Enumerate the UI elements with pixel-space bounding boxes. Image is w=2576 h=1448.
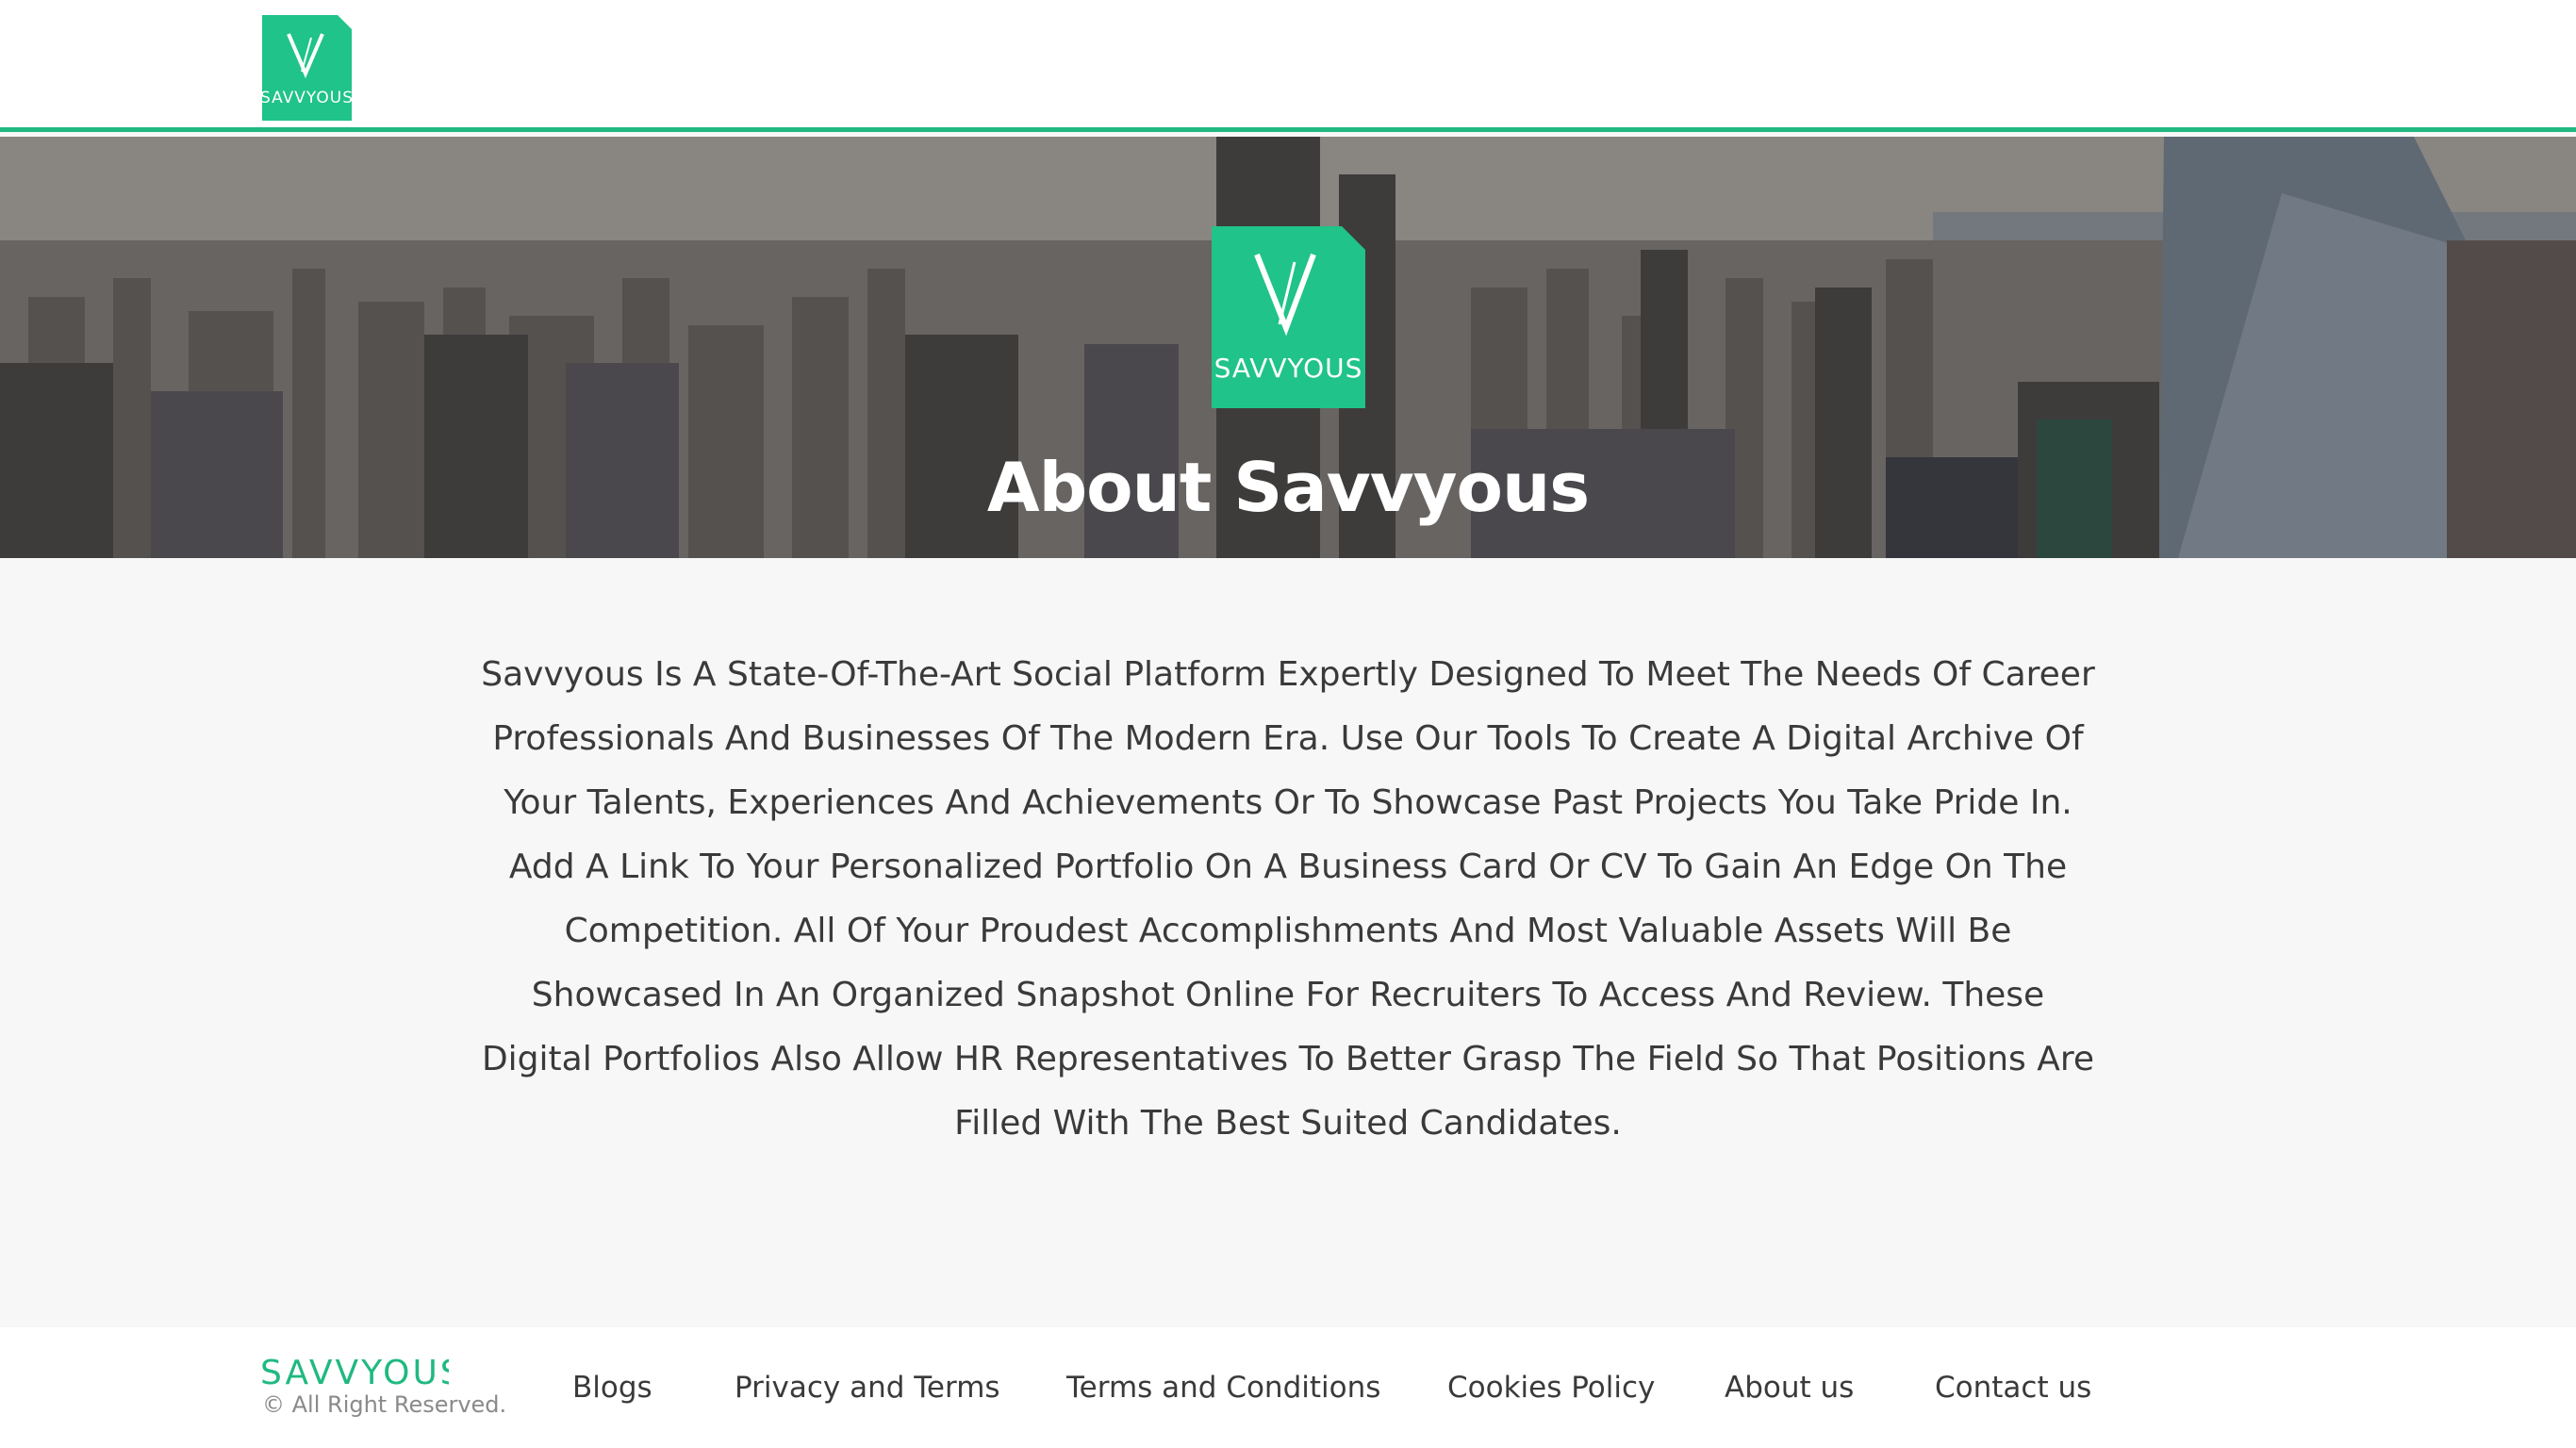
footer-link-terms-conditions[interactable]: Terms and Conditions (1066, 1371, 1380, 1405)
savvyous-hero-logo: SAVVYOUS (1212, 226, 1365, 408)
footer-link-about-us[interactable]: About us (1725, 1371, 1854, 1405)
footer-link-blogs[interactable]: Blogs (572, 1371, 652, 1405)
footer-link-cookies-policy[interactable]: Cookies Policy (1447, 1371, 1655, 1405)
page-title: About Savvyous (986, 448, 1590, 527)
savvyous-logo[interactable]: SAVVYOUS (262, 15, 352, 121)
footer-link-privacy-terms[interactable]: Privacy and Terms (735, 1371, 1000, 1405)
about-description: Savvyous Is A State-Of-The-Art Social Pl… (481, 655, 2095, 1143)
header-logo-text: SAVVYOUS (262, 89, 352, 107)
footer-link-contact-us[interactable]: Contact us (1935, 1371, 2091, 1405)
hero-banner: SAVVYOUS About Savvyous (0, 137, 2576, 558)
about-section: Savvyous Is A State-Of-The-Art Social Pl… (0, 558, 2576, 1327)
footer-nav: Blogs Privacy and Terms Terms and Condit… (0, 1371, 2576, 1408)
top-header: SAVVYOUS (0, 0, 2576, 132)
hero-logo-text: SAVVYOUS (1214, 353, 1363, 384)
footer: SAVVYOUS © All Right Reserved. Blogs Pri… (0, 1327, 2576, 1448)
